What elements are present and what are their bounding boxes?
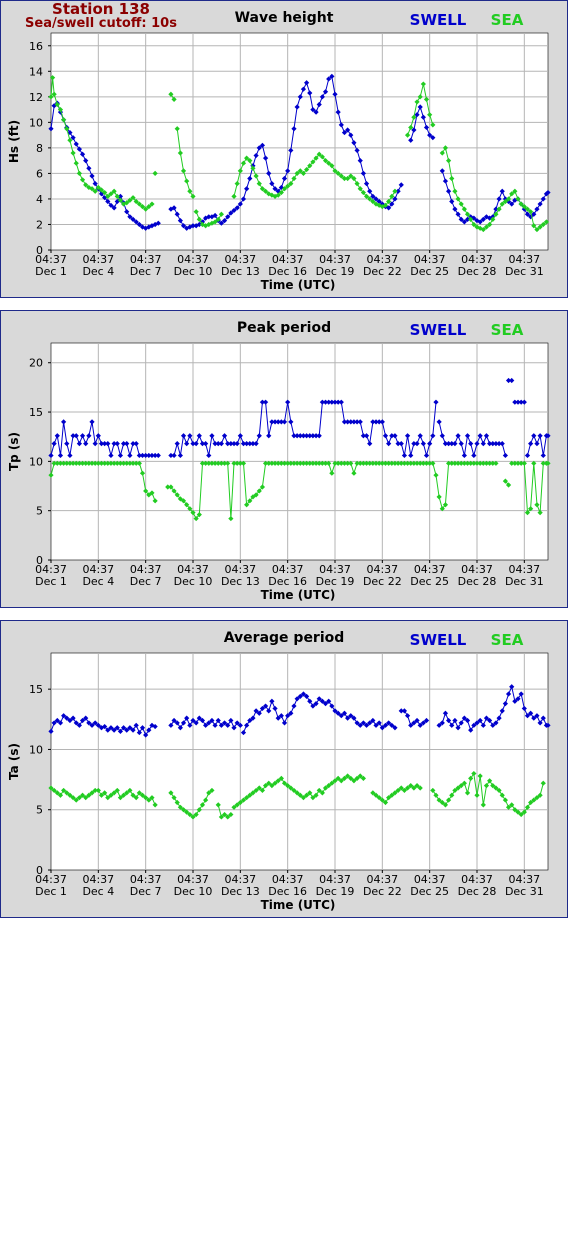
y-tick-label: 10	[29, 116, 43, 129]
y-tick-label: 10	[29, 743, 43, 756]
x-tick-date: Dec 28	[458, 575, 497, 588]
average-period-panel: 0 5 10 15 04:37 Dec 1 04:37 Dec 4 04:37 Dec 7 04:3…	[0, 620, 568, 918]
x-tick-date: Dec 25	[410, 885, 449, 898]
x-tick-date: Dec 16	[268, 575, 307, 588]
x-tick-date: Dec 25	[410, 265, 449, 278]
x-tick-date: Dec 19	[316, 575, 355, 588]
x-tick-date: Dec 22	[363, 265, 402, 278]
x-tick-date: Dec 16	[268, 265, 307, 278]
x-tick-date: Dec 25	[410, 575, 449, 588]
x-tick-date: Dec 13	[221, 265, 260, 278]
wave-height-chart: 024681012141604:37Dec 104:37Dec 404:37De…	[7, 10, 551, 292]
x-tick-date: Dec 7	[130, 265, 162, 278]
y-tick-label: 15	[29, 406, 43, 419]
x-tick-date: Dec 22	[363, 885, 402, 898]
x-tick-date: Dec 13	[221, 575, 260, 588]
x-tick-date: Dec 19	[316, 265, 355, 278]
x-tick-date: Dec 31	[505, 885, 544, 898]
x-axis-label: Time (UTC)	[261, 278, 336, 292]
x-tick-date: Dec 7	[130, 885, 162, 898]
y-tick-label: 16	[29, 40, 43, 53]
average-period-chart: 05101504:37Dec 104:37Dec 404:37Dec 704:3…	[7, 630, 551, 912]
x-tick-date: Dec 7	[130, 575, 162, 588]
y-tick-label: 2	[36, 218, 43, 231]
peak-period-chart: 0510152004:37Dec 104:37Dec 404:37Dec 704…	[7, 320, 551, 602]
x-tick-date: Dec 16	[268, 885, 307, 898]
x-tick-date: Dec 10	[174, 885, 213, 898]
y-tick-label: 12	[29, 91, 43, 104]
legend-swell: SWELL	[410, 321, 467, 339]
chart-title: Average period	[224, 630, 345, 646]
x-tick-date: Dec 4	[82, 265, 114, 278]
legend-sea: SEA	[491, 11, 524, 29]
legend-sea: SEA	[491, 321, 524, 339]
x-tick-date: Dec 31	[505, 265, 544, 278]
y-axis-label: Hs (ft)	[7, 120, 21, 163]
y-tick-label: 14	[29, 65, 43, 78]
peak-period-panel: 0 5 10 15 20 04:37 Dec 1 04:37 Dec 4 04:37 Dec 7 04…	[0, 310, 568, 608]
y-tick-label: 10	[29, 455, 43, 468]
x-tick-date: Dec 10	[174, 575, 213, 588]
x-tick-date: Dec 31	[505, 575, 544, 588]
chart-title: Peak period	[237, 320, 331, 336]
x-tick-date: Dec 4	[82, 575, 114, 588]
x-axis-label: Time (UTC)	[261, 588, 336, 602]
y-axis-label: Ta (s)	[7, 743, 21, 780]
x-tick-date: Dec 1	[35, 885, 67, 898]
y-tick-label: 15	[29, 683, 43, 696]
x-tick-date: Dec 1	[35, 575, 67, 588]
x-tick-date: Dec 19	[316, 885, 355, 898]
wave-height-panel: Station 138 Sea/swell cutoff: 10s 024681…	[0, 0, 568, 298]
y-tick-label: 5	[36, 804, 43, 817]
x-axis-label: Time (UTC)	[261, 898, 336, 912]
plot-area	[50, 342, 549, 561]
x-tick-date: Dec 10	[174, 265, 213, 278]
x-tick-date: Dec 28	[458, 265, 497, 278]
x-tick-date: Dec 4	[82, 885, 114, 898]
plot-area	[50, 652, 549, 871]
y-tick-label: 5	[36, 505, 43, 518]
legend-swell: SWELL	[410, 11, 467, 29]
x-tick-date: Dec 28	[458, 885, 497, 898]
legend-sea: SEA	[491, 631, 524, 649]
x-tick-date: Dec 1	[35, 265, 67, 278]
y-tick-label: 20	[29, 357, 43, 370]
legend-swell: SWELL	[410, 631, 467, 649]
x-tick-date: Dec 13	[221, 885, 260, 898]
y-tick-label: 8	[36, 142, 43, 155]
chart-title: Wave height	[235, 10, 334, 26]
x-tick-date: Dec 22	[363, 575, 402, 588]
y-tick-label: 6	[36, 167, 43, 180]
y-tick-label: 4	[36, 193, 43, 206]
y-axis-label: Tp (s)	[7, 432, 21, 471]
